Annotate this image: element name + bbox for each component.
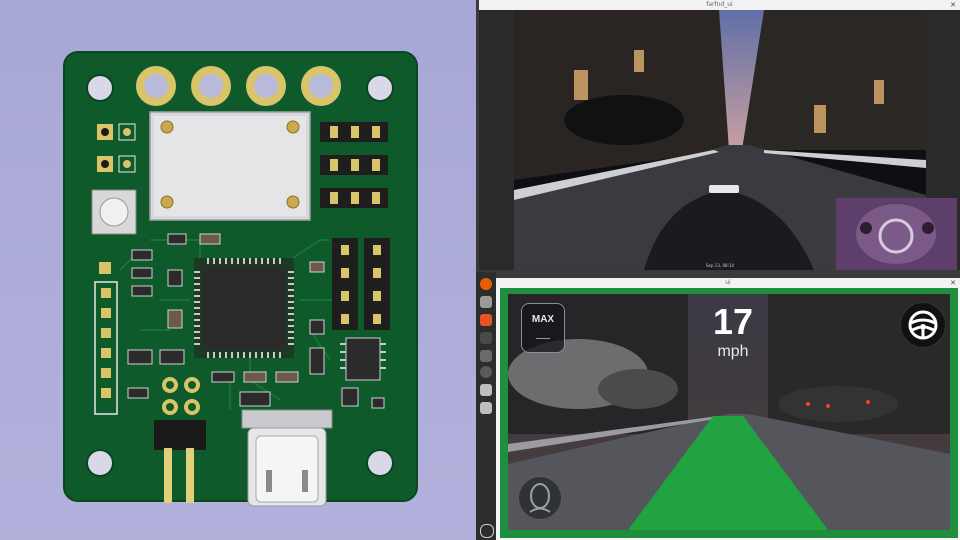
max-speed-box: MAX — (521, 303, 565, 353)
driving-view: MAX — 17 mph (508, 294, 950, 530)
speed-unit: mph (717, 343, 749, 360)
files-icon[interactable] (480, 296, 492, 308)
mounting-hole (366, 74, 394, 102)
settings-icon[interactable] (480, 350, 492, 362)
ui-window-titlebar[interactable]: ui ✕ (496, 278, 960, 288)
mounting-hole (86, 74, 114, 102)
engaged-border: MAX — 17 mph (500, 288, 958, 538)
trash-icon[interactable] (480, 402, 492, 414)
solder-pad (136, 66, 176, 106)
terminal-icon[interactable] (480, 332, 492, 344)
solder-pad (191, 66, 231, 106)
firefox-icon[interactable] (480, 278, 492, 290)
max-speed-label: MAX (531, 314, 555, 325)
close-icon[interactable]: ✕ (950, 2, 956, 9)
pcb-render (63, 51, 418, 507)
steering-wheel-button[interactable] (900, 302, 946, 348)
video-window[interactable]: farfnd_ui ✕ Sep 13, 08:14 (479, 0, 960, 270)
usb-c-connector (241, 409, 333, 507)
solder-pad (301, 66, 341, 106)
ui-window[interactable]: ui ✕ MAX — 17 mph (496, 278, 960, 540)
max-speed-value: — (536, 329, 550, 345)
disk-icon[interactable] (480, 384, 492, 396)
help-icon[interactable] (480, 366, 492, 378)
video-window-title: farfnd_ui (706, 1, 733, 8)
mounting-hole (86, 449, 114, 477)
mcu-chip (194, 258, 294, 358)
apps-grid-icon[interactable] (480, 524, 494, 538)
software-icon[interactable] (480, 314, 492, 326)
driver-camera-feed (836, 198, 957, 270)
video-window-titlebar[interactable]: farfnd_ui ✕ (479, 0, 960, 10)
driver-face-icon (529, 483, 551, 513)
driver-camera-scene (836, 198, 957, 270)
rf-shield-module (149, 111, 311, 221)
ui-window-title: ui (725, 279, 731, 286)
close-icon[interactable]: ✕ (950, 280, 956, 287)
solder-pad (246, 66, 286, 106)
push-button-component (91, 189, 137, 235)
pcb-3d-viewer[interactable] (0, 0, 476, 540)
mounting-hole (366, 449, 394, 477)
current-speed: 17 (712, 301, 754, 342)
desktop: farfnd_ui ✕ Sep 13, 08:14 ui ✕ MAX — 17 … (476, 0, 960, 540)
driver-monitor-button[interactable] (518, 476, 562, 520)
steering-wheel-icon (908, 310, 938, 340)
dock (476, 272, 496, 540)
soic-chip (340, 337, 386, 381)
